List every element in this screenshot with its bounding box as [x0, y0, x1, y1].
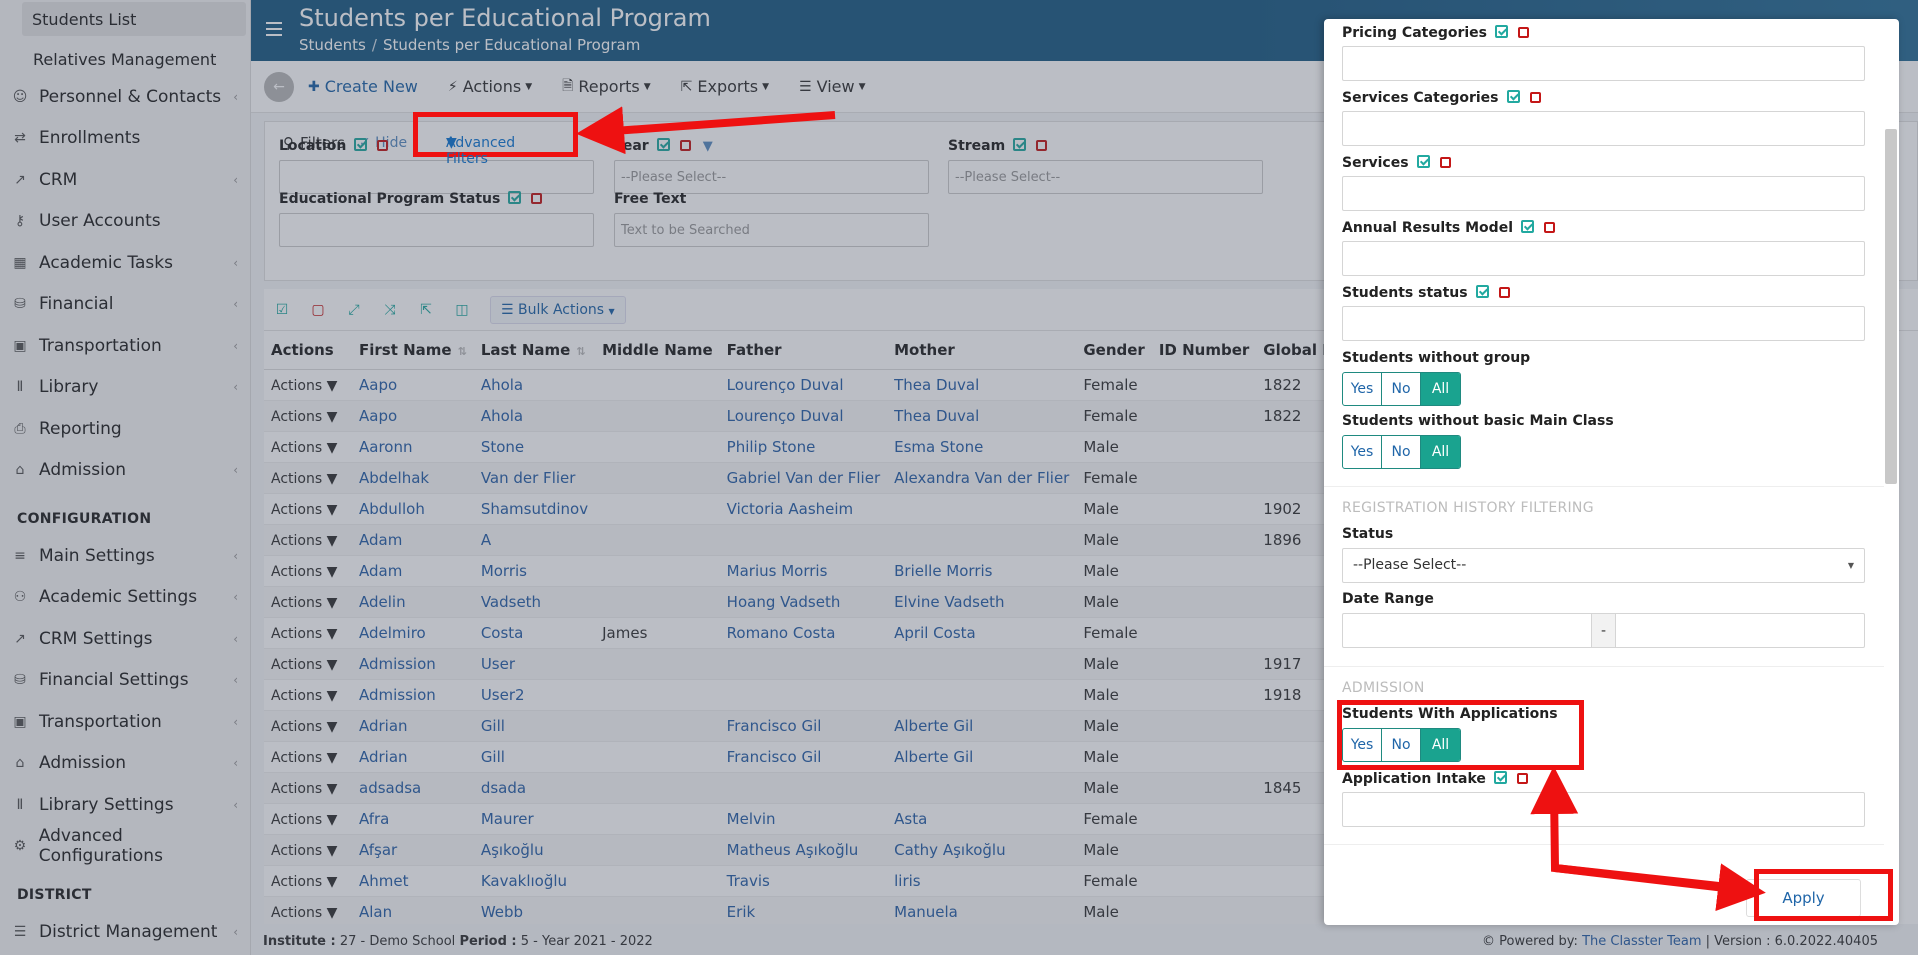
select-all-icon[interactable]: [1475, 285, 1489, 298]
clear-icon[interactable]: [1516, 773, 1528, 784]
date-range-input: -: [1342, 613, 1865, 648]
students-status-input[interactable]: [1342, 306, 1865, 341]
no-option[interactable]: No: [1382, 373, 1421, 405]
select-all-icon[interactable]: [1521, 220, 1534, 233]
divider: [1324, 666, 1884, 667]
date-to-input[interactable]: [1616, 614, 1864, 647]
status-select[interactable]: --Please Select-- ▼: [1342, 548, 1865, 583]
date-separator: -: [1591, 614, 1616, 647]
clear-icon[interactable]: [1518, 27, 1530, 38]
students-without-group-toggle: Yes No All: [1342, 372, 1461, 406]
application-intake-label: Application Intake: [1342, 771, 1528, 787]
clear-icon[interactable]: [1544, 222, 1555, 233]
no-option[interactable]: No: [1382, 436, 1421, 468]
annotation-box-apply: [1754, 869, 1893, 921]
select-all-icon[interactable]: [1416, 155, 1430, 168]
students-without-main-class-label: Students without basic Main Class: [1342, 413, 1614, 429]
application-intake-input[interactable]: [1342, 792, 1865, 827]
advanced-filters-highlight: ▼ Advanced Filters: [413, 112, 578, 167]
students-status-label: Students status: [1342, 285, 1510, 301]
annotation-box-applications: [1337, 700, 1584, 770]
divider: [1324, 844, 1884, 845]
status-label: Status: [1342, 526, 1394, 542]
panel-scrollbar[interactable]: [1885, 129, 1897, 484]
clear-icon[interactable]: [1498, 287, 1510, 298]
divider: [1324, 486, 1884, 487]
annual-results-model-label: Annual Results Model: [1342, 220, 1555, 236]
services-input[interactable]: [1342, 176, 1865, 211]
services-label: Services: [1342, 155, 1451, 171]
admission-heading: ADMISSION: [1342, 680, 1425, 696]
all-option[interactable]: All: [1421, 436, 1460, 468]
yes-option[interactable]: Yes: [1343, 373, 1382, 405]
students-without-group-label: Students without group: [1342, 350, 1531, 366]
annual-results-model-input[interactable]: [1342, 241, 1865, 276]
services-categories-input[interactable]: [1342, 111, 1865, 146]
date-from-input[interactable]: [1343, 614, 1591, 647]
services-categories-label: Services Categories: [1342, 90, 1541, 106]
date-range-label: Date Range: [1342, 591, 1434, 607]
all-option[interactable]: All: [1421, 373, 1460, 405]
yes-option[interactable]: Yes: [1343, 436, 1382, 468]
students-without-main-class-toggle: Yes No All: [1342, 435, 1461, 469]
select-all-icon[interactable]: [1493, 771, 1507, 784]
select-all-icon[interactable]: [1495, 25, 1509, 38]
pricing-categories-input[interactable]: [1342, 46, 1865, 81]
pricing-categories-label: Pricing Categories: [1342, 25, 1530, 41]
registration-history-heading: REGISTRATION HISTORY FILTERING: [1342, 500, 1594, 516]
clear-icon[interactable]: [1529, 92, 1541, 103]
advanced-filters-panel: Pricing Categories Services Categories S…: [1324, 19, 1899, 925]
clear-icon[interactable]: [1439, 157, 1451, 168]
caret-down-icon: ▼: [1847, 561, 1854, 570]
select-all-icon[interactable]: [1506, 90, 1520, 103]
